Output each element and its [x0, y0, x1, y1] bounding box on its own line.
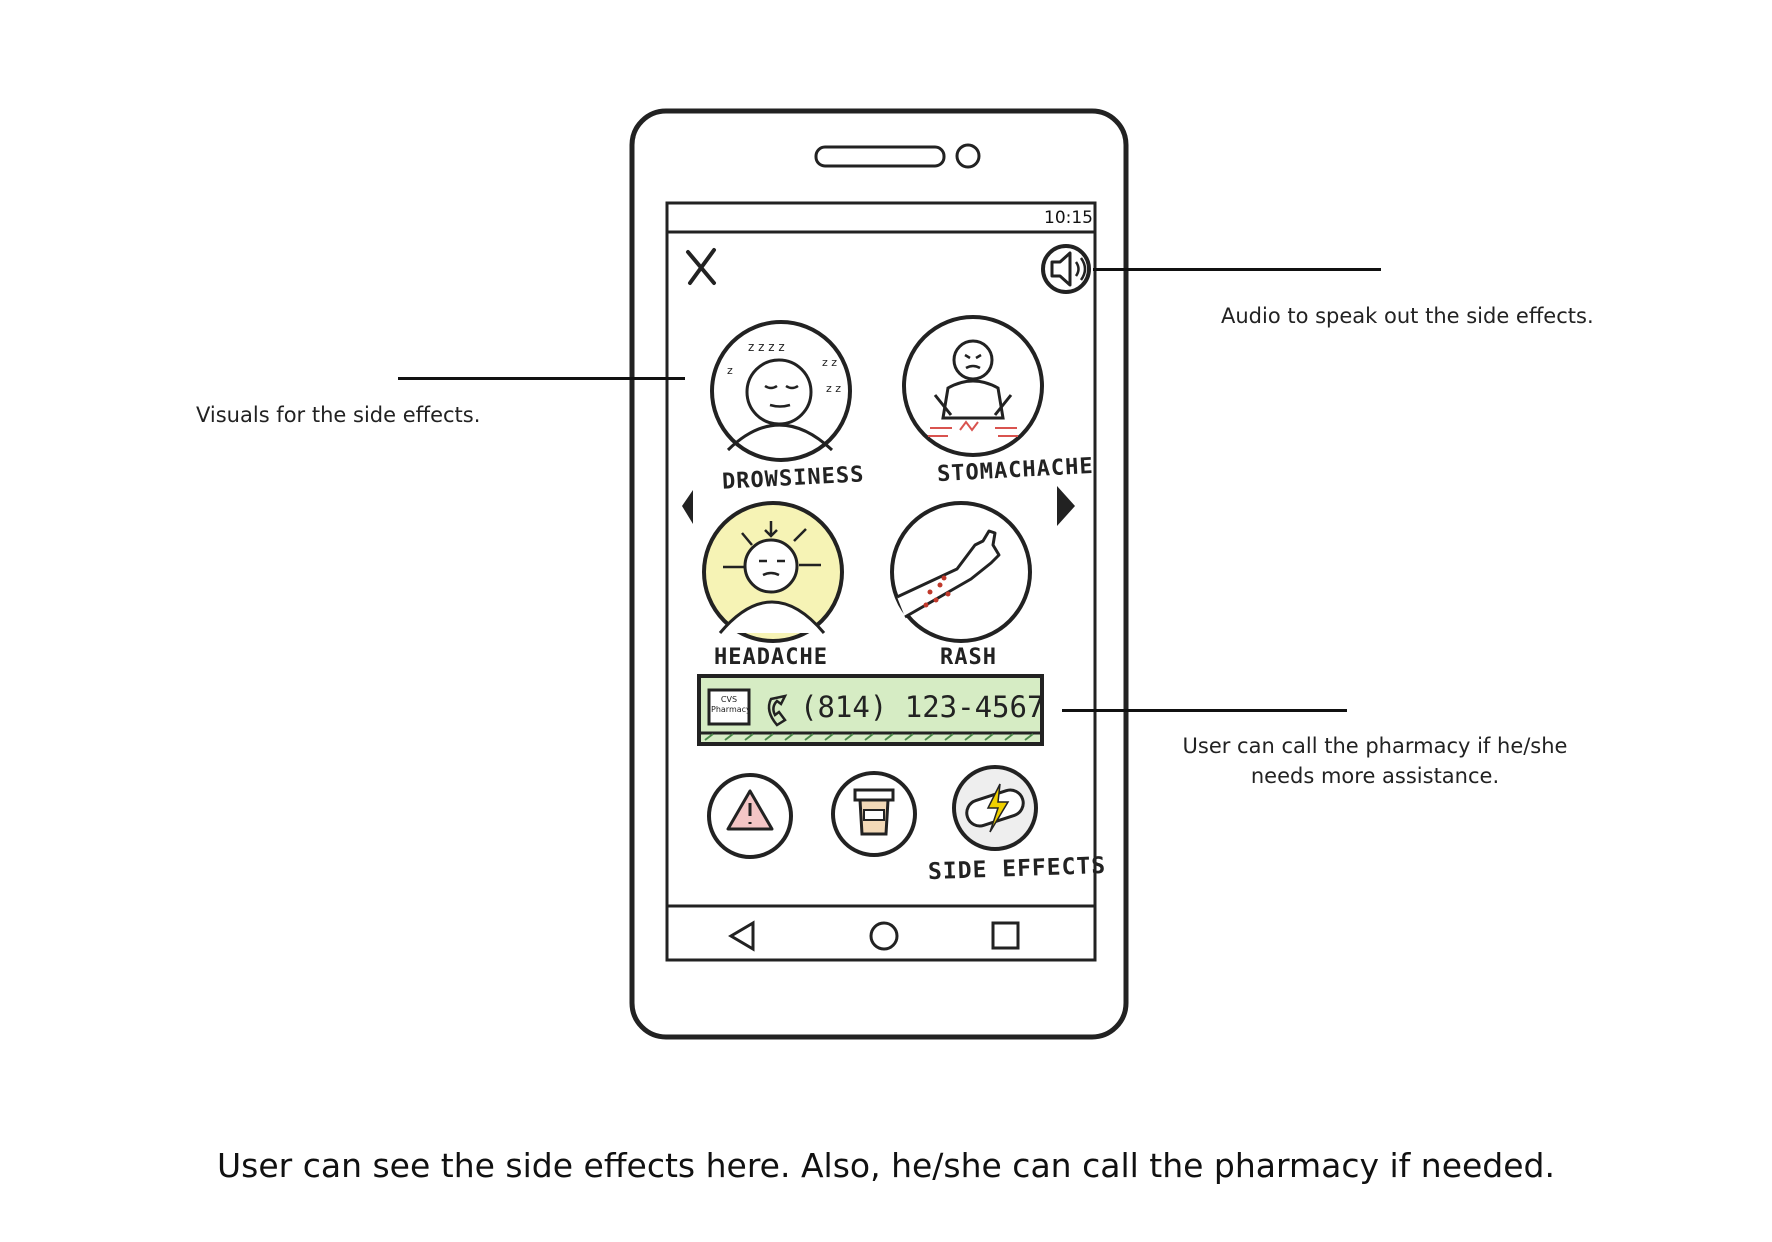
- headache-icon[interactable]: [702, 501, 844, 643]
- svg-text:z z: z z: [826, 382, 841, 395]
- speaker-icon[interactable]: [1041, 244, 1091, 294]
- pharmacy-phone-number[interactable]: (814) 123-4567: [800, 690, 1044, 724]
- annotation-visuals: Visuals for the side effects.: [196, 403, 481, 427]
- status-time: 10:15: [1044, 208, 1093, 228]
- pill-lightning-icon[interactable]: [952, 765, 1038, 851]
- side-effect-label-headache: HEADACHE: [714, 645, 828, 670]
- leader-line-visuals: [398, 377, 685, 380]
- leader-line-audio: [1093, 268, 1381, 271]
- rash-icon[interactable]: [890, 501, 1032, 643]
- stomachache-icon[interactable]: [902, 315, 1044, 457]
- svg-text:z z: z z: [822, 356, 837, 369]
- svg-text:z: z: [727, 364, 733, 377]
- drowsiness-icon[interactable]: z z z z z z z z z: [710, 320, 852, 462]
- caption: User can see the side effects here. Also…: [217, 1146, 1555, 1185]
- warning-icon[interactable]: [707, 773, 793, 859]
- annotation-call: User can call the pharmacy if he/she nee…: [1182, 734, 1568, 788]
- annotation-audio: Audio to speak out the side effects.: [1221, 304, 1594, 328]
- side-effect-label-rash: RASH: [940, 645, 997, 670]
- svg-text:z z z z: z z z z: [748, 340, 785, 354]
- pharmacy-logo-text: CVS Pharmacy: [711, 695, 751, 714]
- phone-sketch: z z z z z z z z z: [629, 108, 1129, 1040]
- leader-line-call: [1062, 709, 1347, 712]
- pill-bottle-icon[interactable]: [831, 771, 917, 857]
